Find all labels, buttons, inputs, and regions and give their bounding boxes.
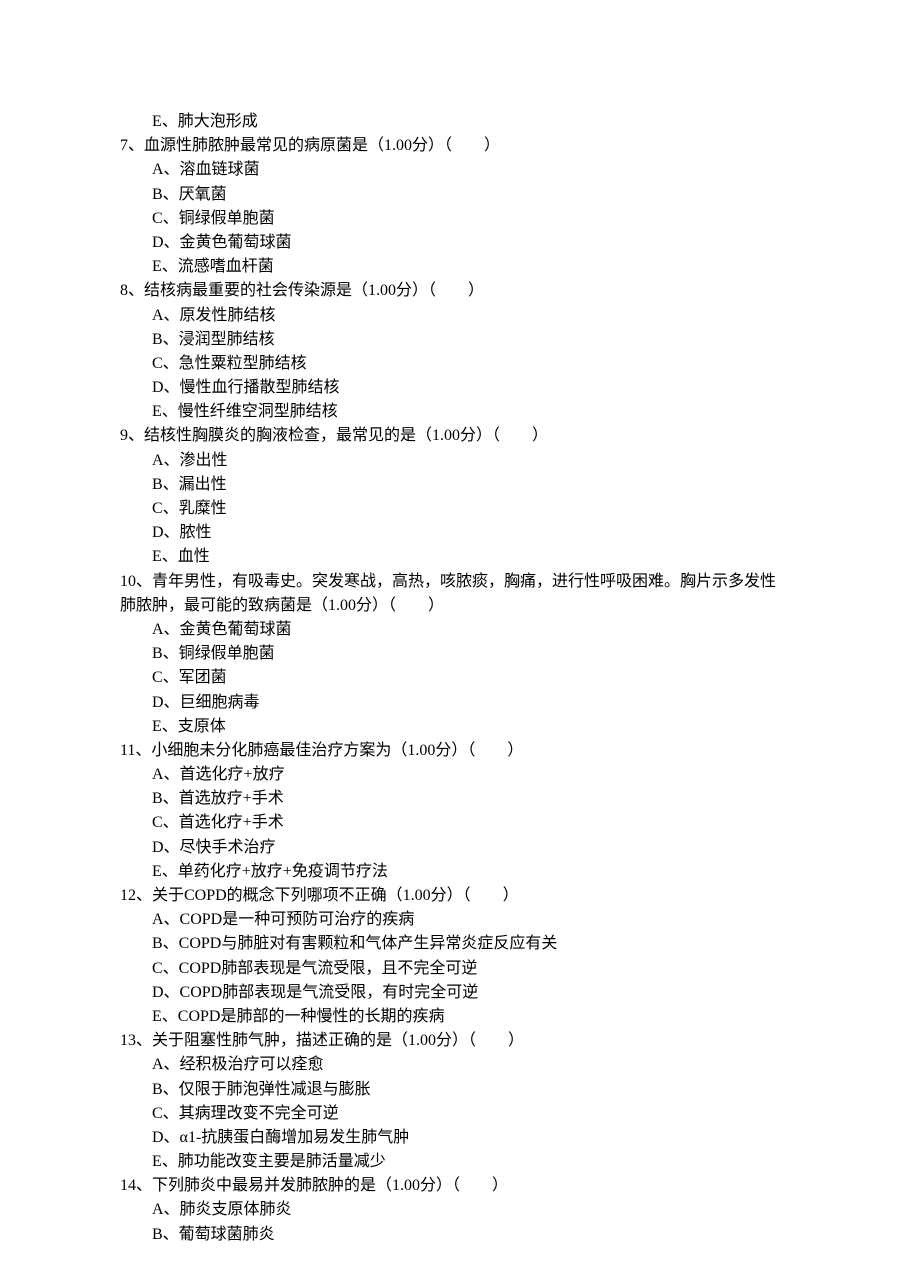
option: E、血性 (120, 545, 800, 568)
questions-container: 7、血源性肺脓肿最常见的病原菌是（1.00分）（ ）A、溶血链球菌B、厌氧菌C、… (120, 134, 800, 1246)
option: A、渗出性 (120, 449, 800, 472)
option: E、单药化疗+放疗+免疫调节疗法 (120, 860, 800, 883)
question-stem: 12、关于COPD的概念下列哪项不正确（1.00分）（ ） (120, 884, 800, 907)
question-stem: 9、结核性胸膜炎的胸液检查，最常见的是（1.00分）（ ） (120, 424, 800, 447)
option: A、肺炎支原体肺炎 (120, 1198, 800, 1221)
question-8: 8、结核病最重要的社会传染源是（1.00分）（ ）A、原发性肺结核B、浸润型肺结… (120, 279, 800, 423)
option: B、铜绿假单胞菌 (120, 642, 800, 665)
question-10: 10、青年男性，有吸毒史。突发寒战，高热，咳脓痰，胸痛，进行性呼吸困难。胸片示多… (120, 570, 800, 738)
question-12: 12、关于COPD的概念下列哪项不正确（1.00分）（ ）A、COPD是一种可预… (120, 884, 800, 1028)
option: A、COPD是一种可预防可治疗的疾病 (120, 908, 800, 931)
question-stem: 7、血源性肺脓肿最常见的病原菌是（1.00分）（ ） (120, 134, 800, 157)
option: C、急性粟粒型肺结核 (120, 352, 800, 375)
option: E、COPD是肺部的一种慢性的长期的疾病 (120, 1005, 800, 1028)
question-stem: 11、小细胞未分化肺癌最佳治疗方案为（1.00分）（ ） (120, 739, 800, 762)
option: E、支原体 (120, 715, 800, 738)
option: B、COPD与肺脏对有害颗粒和气体产生异常炎症反应有关 (120, 932, 800, 955)
option: D、巨细胞病毒 (120, 691, 800, 714)
option: C、乳糜性 (120, 497, 800, 520)
option: B、仅限于肺泡弹性减退与膨胀 (120, 1078, 800, 1101)
option: B、葡萄球菌肺炎 (120, 1223, 800, 1246)
orphan-option-e: E、肺大泡形成 (120, 110, 800, 133)
option: D、慢性血行播散型肺结核 (120, 376, 800, 399)
option: C、首选化疗+手术 (120, 811, 800, 834)
option: C、铜绿假单胞菌 (120, 207, 800, 230)
option: B、首选放疗+手术 (120, 787, 800, 810)
option: A、金黄色葡萄球菌 (120, 618, 800, 641)
option: D、脓性 (120, 521, 800, 544)
option: B、厌氧菌 (120, 183, 800, 206)
option: A、首选化疗+放疗 (120, 763, 800, 786)
question-stem: 13、关于阻塞性肺气肿，描述正确的是（1.00分）（ ） (120, 1029, 800, 1052)
question-stem: 8、结核病最重要的社会传染源是（1.00分）（ ） (120, 279, 800, 302)
question-stem-continue: 肺脓肿，最可能的致病菌是（1.00分）（ ） (120, 594, 800, 617)
option: D、α1-抗胰蛋白酶增加易发生肺气肿 (120, 1126, 800, 1149)
option: C、COPD肺部表现是气流受限，且不完全可逆 (120, 957, 800, 980)
option: C、其病理改变不完全可逆 (120, 1102, 800, 1125)
option: A、溶血链球菌 (120, 158, 800, 181)
question-9: 9、结核性胸膜炎的胸液检查，最常见的是（1.00分）（ ）A、渗出性B、漏出性C… (120, 424, 800, 568)
question-7: 7、血源性肺脓肿最常见的病原菌是（1.00分）（ ）A、溶血链球菌B、厌氧菌C、… (120, 134, 800, 278)
option: C、军团菌 (120, 666, 800, 689)
option: B、漏出性 (120, 473, 800, 496)
question-stem: 14、下列肺炎中最易并发肺脓肿的是（1.00分）（ ） (120, 1174, 800, 1197)
option: E、肺功能改变主要是肺活量减少 (120, 1150, 800, 1173)
option: A、原发性肺结核 (120, 304, 800, 327)
question-13: 13、关于阻塞性肺气肿，描述正确的是（1.00分）（ ）A、经积极治疗可以痊愈B… (120, 1029, 800, 1173)
option: A、经积极治疗可以痊愈 (120, 1053, 800, 1076)
option: D、尽快手术治疗 (120, 836, 800, 859)
question-14: 14、下列肺炎中最易并发肺脓肿的是（1.00分）（ ）A、肺炎支原体肺炎B、葡萄… (120, 1174, 800, 1246)
option: D、COPD肺部表现是气流受限，有时完全可逆 (120, 981, 800, 1004)
option: E、慢性纤维空洞型肺结核 (120, 400, 800, 423)
option: D、金黄色葡萄球菌 (120, 231, 800, 254)
option: E、流感嗜血杆菌 (120, 255, 800, 278)
question-stem: 10、青年男性，有吸毒史。突发寒战，高热，咳脓痰，胸痛，进行性呼吸困难。胸片示多… (120, 570, 800, 593)
question-11: 11、小细胞未分化肺癌最佳治疗方案为（1.00分）（ ）A、首选化疗+放疗B、首… (120, 739, 800, 883)
option: B、浸润型肺结核 (120, 328, 800, 351)
